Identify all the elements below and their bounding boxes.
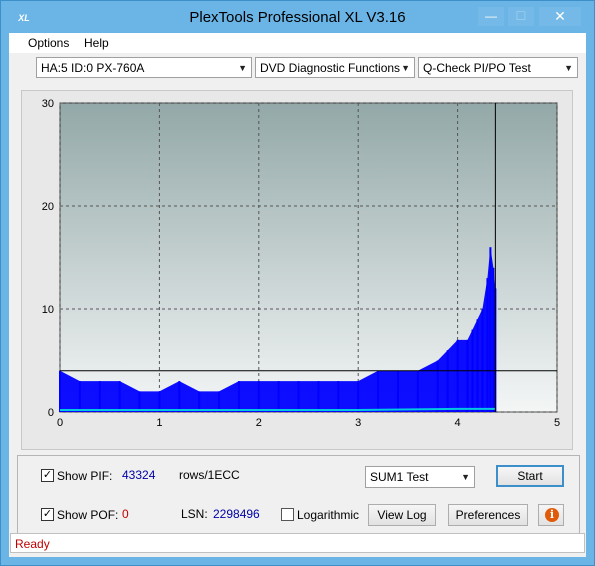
pif-bar xyxy=(98,381,101,412)
pif-bar xyxy=(377,370,380,412)
pif-bar xyxy=(486,278,489,412)
pif-bar xyxy=(78,381,81,412)
pif-bar xyxy=(489,247,492,412)
test-select-value: Q-Check PI/PO Test xyxy=(423,61,531,75)
preferences-button[interactable]: Preferences xyxy=(448,504,528,526)
close-button[interactable]: ✕ xyxy=(539,7,581,26)
drive-select[interactable]: HA:5 ID:0 PX-760A ▼ xyxy=(36,57,252,78)
pif-bar xyxy=(436,360,439,412)
toolbar: HA:5 ID:0 PX-760A ▼ DVD Diagnostic Funct… xyxy=(9,54,586,84)
chevron-down-icon: ▼ xyxy=(461,472,470,482)
menu-help[interactable]: Help xyxy=(84,36,109,50)
pif-bar xyxy=(277,381,280,412)
y-tick-label: 30 xyxy=(42,98,54,110)
show-pof-label: Show POF: xyxy=(57,508,119,522)
chevron-down-icon: ▼ xyxy=(564,63,573,73)
show-pif-checkbox[interactable]: ✓ xyxy=(41,469,54,482)
view-log-button[interactable]: View Log xyxy=(368,504,436,526)
y-tick-label: 0 xyxy=(48,407,54,419)
window-title: PlexTools Professional XL V3.16 xyxy=(189,9,406,26)
pif-bar xyxy=(396,370,399,412)
pof-series-line xyxy=(60,407,496,411)
pif-bar xyxy=(218,391,221,412)
pif-bar xyxy=(198,391,201,412)
pif-bar xyxy=(456,339,459,412)
x-tick-label: 3 xyxy=(355,417,361,429)
x-tick-label: 0 xyxy=(57,417,63,429)
start-button[interactable]: Start xyxy=(496,465,564,487)
pif-bar xyxy=(416,370,419,412)
chevron-down-icon: ▼ xyxy=(238,63,247,73)
maximize-button[interactable]: ☐ xyxy=(508,7,534,26)
drive-select-value: HA:5 ID:0 PX-760A xyxy=(41,61,145,75)
menu-bar: Options Help xyxy=(9,33,586,53)
sum-test-value: SUM1 Test xyxy=(370,470,429,484)
chevron-down-icon: ▼ xyxy=(401,63,410,73)
test-select[interactable]: Q-Check PI/PO Test ▼ xyxy=(418,57,578,78)
pif-bar xyxy=(257,381,260,412)
title-bar[interactable]: XL PlexTools Professional XL V3.16 — ☐ ✕ xyxy=(1,1,594,33)
lsn-label: LSN: xyxy=(181,507,208,521)
sum-test-select[interactable]: SUM1 Test ▼ xyxy=(365,466,475,488)
pif-bar xyxy=(481,309,484,412)
chart-panel: 0 1 2 3 4 5 0 10 20 30 xyxy=(21,90,573,450)
pif-bar xyxy=(317,381,320,412)
x-tick-label: 2 xyxy=(256,417,262,429)
lsn-value: 2298496 xyxy=(213,507,260,521)
pif-unit: rows/1ECC xyxy=(179,468,240,482)
pif-bar xyxy=(59,370,61,412)
info-icon: i xyxy=(545,508,559,522)
function-select-value: DVD Diagnostic Functions xyxy=(260,61,401,75)
pif-bar xyxy=(158,391,161,412)
pif-bar xyxy=(357,381,360,412)
help-button[interactable]: i xyxy=(538,504,564,526)
minimize-button[interactable]: — xyxy=(478,7,504,26)
y-tick-label: 10 xyxy=(42,304,54,316)
pif-bar xyxy=(492,267,495,412)
pi-po-chart: 0 1 2 3 4 5 0 10 20 30 xyxy=(42,98,560,429)
x-tick-label: 4 xyxy=(455,417,461,429)
pif-bar xyxy=(446,350,449,412)
function-select[interactable]: DVD Diagnostic Functions ▼ xyxy=(255,57,415,78)
x-tick-label: 5 xyxy=(554,417,560,429)
x-tick-label: 1 xyxy=(156,417,162,429)
y-tick-label: 20 xyxy=(42,201,54,213)
pif-bar xyxy=(337,381,340,412)
pif-bar xyxy=(138,391,141,412)
pif-bar xyxy=(118,381,121,412)
pif-bar xyxy=(178,381,181,412)
logarithmic-label: Logarithmic xyxy=(297,508,360,522)
status-bar: Ready xyxy=(10,533,585,553)
show-pof-checkbox[interactable]: ✓ xyxy=(41,508,54,521)
pif-bar xyxy=(476,319,479,412)
show-pif-label: Show PIF: xyxy=(57,469,113,483)
pif-bar xyxy=(297,381,300,412)
pif-bar xyxy=(237,381,240,412)
menu-options[interactable]: Options xyxy=(28,36,69,50)
logarithmic-checkbox[interactable] xyxy=(281,508,294,521)
pif-value: 43324 xyxy=(122,468,156,482)
pof-value: 0 xyxy=(122,507,129,521)
client-area: Options Help HA:5 ID:0 PX-760A ▼ DVD Dia… xyxy=(9,33,586,557)
status-text: Ready xyxy=(15,537,50,551)
pif-bar xyxy=(466,339,469,412)
app-window: XL PlexTools Professional XL V3.16 — ☐ ✕… xyxy=(0,0,595,566)
